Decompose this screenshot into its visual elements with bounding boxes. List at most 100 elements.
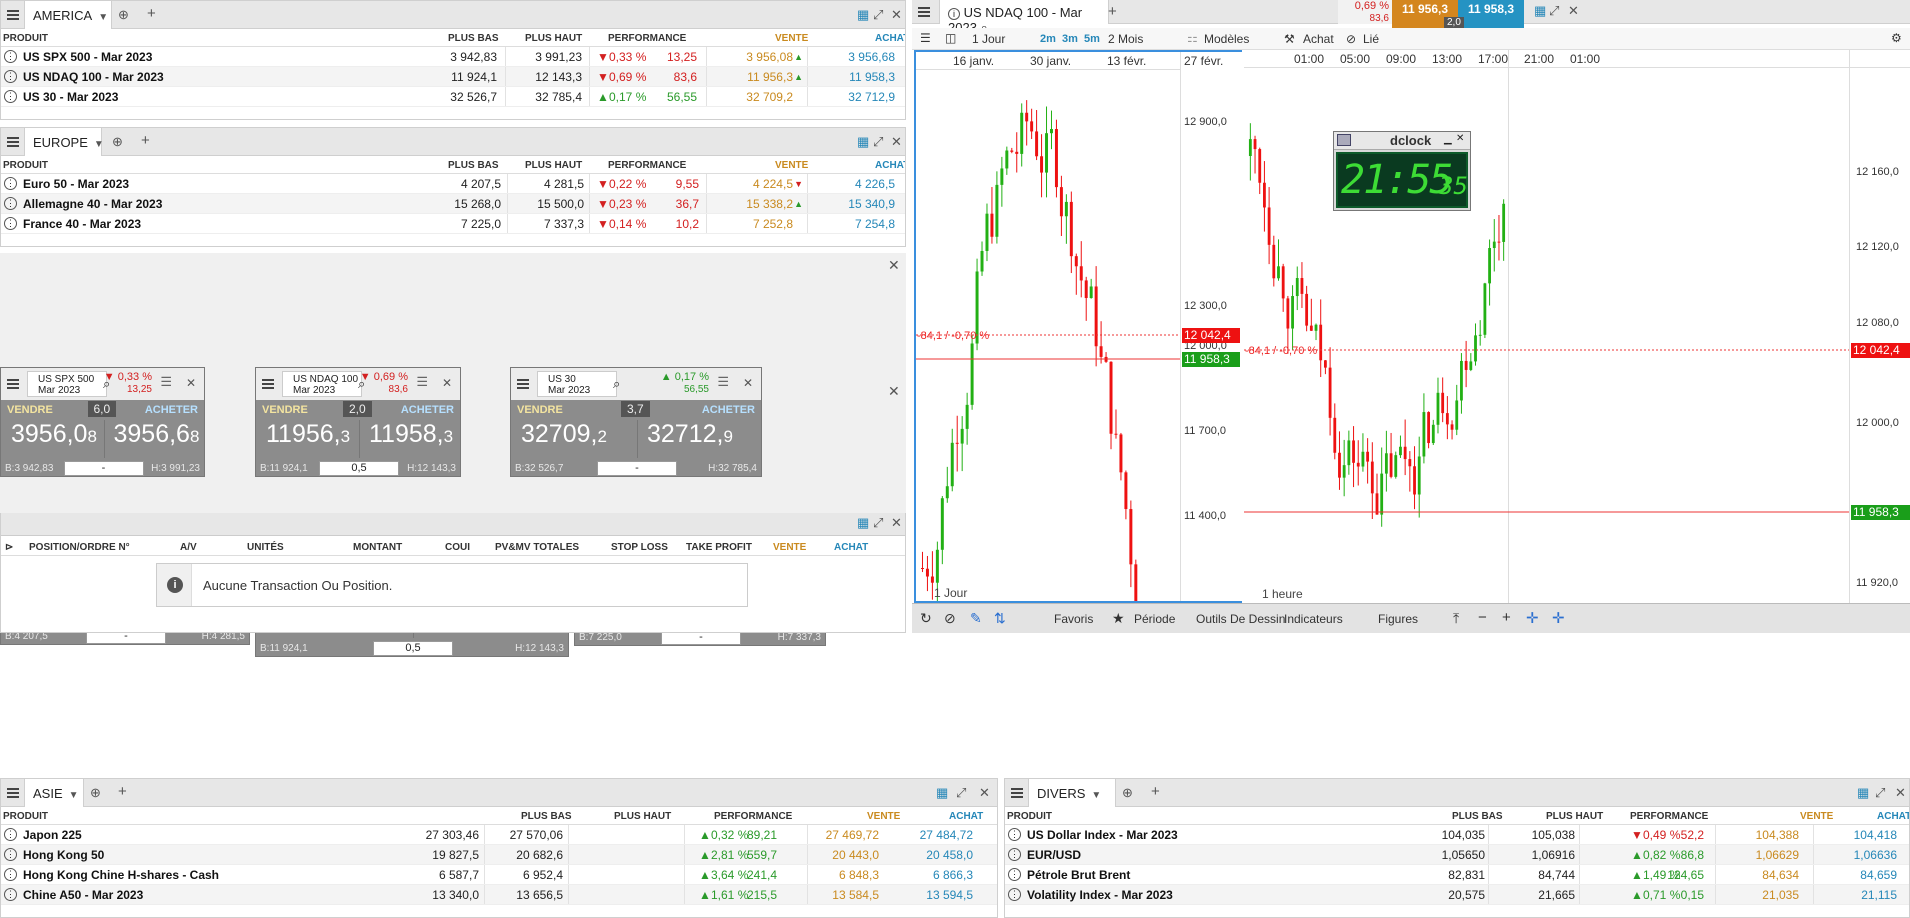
columns-icon[interactable]: ▦ bbox=[1857, 785, 1869, 801]
col-pvmv[interactable]: PV&MV TOTALES bbox=[495, 542, 579, 553]
linked-button[interactable]: Lié bbox=[1363, 32, 1379, 46]
info-icon[interactable]: ⋮ bbox=[1008, 848, 1021, 861]
product-name[interactable]: US NDAQ 100 - Mar 2023 bbox=[23, 70, 164, 84]
table-row[interactable]: ⋮ Allemagne 40 - Mar 2023 15 268,0 15 500,0… bbox=[1, 194, 905, 214]
expand-icon[interactable]: ⤢ bbox=[873, 515, 883, 531]
expand-icon[interactable]: ⤢ bbox=[873, 134, 883, 150]
zoom-out-icon[interactable]: − bbox=[1478, 609, 1487, 626]
product-name[interactable]: Hong Kong 50 bbox=[23, 848, 104, 862]
col-performance[interactable]: PERFORMANCE bbox=[608, 33, 686, 44]
col-cours[interactable]: COUI bbox=[445, 542, 470, 553]
buy-mode-button[interactable]: Achat bbox=[1303, 32, 1334, 46]
close-icon[interactable]: ✕ bbox=[888, 383, 900, 400]
col-unites[interactable]: UNITÉS bbox=[247, 542, 284, 553]
col-av[interactable]: A/V bbox=[180, 542, 197, 553]
close-icon[interactable]: ✕ bbox=[1456, 133, 1464, 144]
info-icon[interactable]: ⋮ bbox=[1008, 828, 1021, 841]
tab-chart[interactable]: i US NDAQ 100 - Mar 2023 ⌕ bbox=[939, 0, 1109, 35]
close-icon[interactable]: ✕ bbox=[891, 7, 902, 23]
buy-price[interactable]: 3 956,68 bbox=[848, 50, 895, 64]
product-name[interactable]: US SPX 500 - Mar 2023 bbox=[23, 50, 152, 64]
tab-asie[interactable]: ASIE ▼ bbox=[24, 779, 84, 807]
menu-icon[interactable] bbox=[7, 10, 19, 20]
list-icon[interactable]: ☰ bbox=[920, 31, 931, 45]
columns-icon[interactable]: ▦ bbox=[936, 785, 948, 801]
star-icon[interactable]: ★ bbox=[1112, 610, 1125, 627]
sell-price-button[interactable]: 32709,2 bbox=[521, 420, 607, 449]
product-name[interactable]: Euro 50 - Mar 2023 bbox=[23, 177, 129, 191]
quantity-select[interactable]: - bbox=[597, 461, 677, 476]
tab-america[interactable]: AMERICA ▼ bbox=[24, 1, 112, 29]
table-row[interactable]: ⋮ France 40 - Mar 2023 7 225,0 7 337,3 ▼ 0,14… bbox=[1, 214, 905, 234]
close-icon[interactable]: ✕ bbox=[743, 376, 753, 390]
zoom-in-icon[interactable]: + bbox=[1502, 609, 1511, 626]
col-achat[interactable]: ACHAT bbox=[834, 542, 868, 553]
buy-price[interactable]: 7 254,8 bbox=[855, 217, 895, 231]
close-icon[interactable]: ✕ bbox=[1895, 785, 1906, 801]
buy-price[interactable]: 84,659 bbox=[1860, 868, 1897, 882]
zoom-icon[interactable]: ⊕ bbox=[112, 134, 123, 150]
search-icon[interactable]: ⌕ bbox=[613, 376, 620, 392]
split-icon[interactable]: ◫ bbox=[945, 31, 956, 45]
tab-europe[interactable]: EUROPE ▼ bbox=[24, 128, 104, 156]
expand-icon[interactable]: ⤢ bbox=[1549, 3, 1559, 19]
info-icon[interactable]: ⋮ bbox=[1008, 868, 1021, 881]
info-icon[interactable]: ⋮ bbox=[4, 197, 17, 210]
sell-price[interactable]: 32 709,2 bbox=[746, 90, 793, 104]
col-achat[interactable]: ACHAT bbox=[875, 33, 905, 44]
close-icon[interactable]: ✕ bbox=[442, 376, 452, 390]
col-vente[interactable]: VENTE bbox=[773, 542, 806, 553]
menu-icon[interactable] bbox=[918, 7, 930, 17]
col-plus-bas[interactable]: PLUS BAS bbox=[1452, 811, 1503, 822]
menu-icon[interactable] bbox=[7, 788, 19, 798]
crosshair-icon[interactable]: ✛ bbox=[1526, 609, 1539, 627]
menu-icon[interactable] bbox=[7, 379, 19, 389]
sell-price[interactable]: 11 956,3 bbox=[747, 70, 793, 84]
fit-icon[interactable]: ✛ bbox=[1552, 609, 1565, 627]
col-plus-haut[interactable]: PLUS HAUT bbox=[525, 33, 582, 44]
close-icon[interactable]: ✕ bbox=[186, 376, 196, 390]
pencil-icon[interactable]: ✎ bbox=[970, 610, 982, 627]
zoom-icon[interactable]: ⊕ bbox=[90, 785, 101, 801]
chevron-down-icon[interactable]: ▼ bbox=[69, 790, 79, 801]
buy-price[interactable]: 4 226,5 bbox=[855, 177, 895, 191]
favorites-button[interactable]: Favoris bbox=[1054, 612, 1093, 626]
columns-icon[interactable]: ▦ bbox=[1534, 3, 1546, 19]
sell-price[interactable]: 3 956,08 bbox=[746, 50, 793, 64]
buy-price[interactable]: 1,06636 bbox=[1854, 848, 1897, 862]
buy-price[interactable]: 20 458,0 bbox=[926, 848, 973, 862]
buy-price[interactable]: 11 958,3 bbox=[849, 70, 895, 84]
sell-price[interactable]: 13 584,5 bbox=[832, 888, 879, 902]
daily-chart[interactable]: 16 janv. 30 janv. 13 févr. 27 févr. 12 900,0… bbox=[914, 50, 1242, 603]
table-row[interactable]: ⋮ US SPX 500 - Mar 2023 3 942,83 3 991,23 ▼ 0… bbox=[1, 47, 905, 67]
buy-price[interactable]: 27 484,72 bbox=[920, 828, 973, 842]
product-name[interactable]: Pétrole Brut Brent bbox=[1027, 868, 1130, 882]
product-name[interactable]: US Dollar Index - Mar 2023 bbox=[1027, 828, 1178, 842]
info-icon[interactable]: ⋮ bbox=[1008, 888, 1021, 901]
col-montant[interactable]: MONTANT bbox=[353, 542, 402, 553]
col-stop-loss[interactable]: STOP LOSS bbox=[611, 542, 668, 553]
info-icon[interactable]: ⋮ bbox=[4, 50, 17, 63]
col-plus-bas[interactable]: PLUS BAS bbox=[448, 33, 499, 44]
col-produit[interactable]: PRODUIT bbox=[1007, 811, 1052, 822]
quantity-select[interactable]: - bbox=[63, 461, 144, 476]
col-performance[interactable]: PERFORMANCE bbox=[714, 811, 792, 822]
range-select[interactable]: 2 Mois bbox=[1108, 32, 1143, 46]
tile-product-name[interactable]: US SPX 500 Mar 2023 bbox=[27, 371, 107, 397]
close-icon[interactable]: ✕ bbox=[891, 515, 902, 531]
buy-price-button[interactable]: 32712,9 bbox=[647, 420, 733, 449]
quantity-select[interactable]: 0,5 bbox=[319, 461, 399, 476]
menu-icon[interactable] bbox=[262, 379, 274, 389]
sell-price[interactable]: 104,388 bbox=[1756, 828, 1799, 842]
buy-price-button[interactable]: 11958,3 bbox=[369, 420, 453, 449]
sort-icon[interactable]: ⇅ bbox=[994, 610, 1006, 627]
col-performance[interactable]: PERFORMANCE bbox=[608, 160, 686, 171]
info-icon[interactable]: ⋮ bbox=[4, 868, 17, 881]
sell-price[interactable]: 1,06629 bbox=[1756, 848, 1799, 862]
chevron-down-icon[interactable]: ▼ bbox=[94, 139, 104, 150]
table-row[interactable]: ⋮ Chine A50 - Mar 2023 13 340,0 13 656,5 ▲ 1,… bbox=[1, 885, 997, 905]
col-plus-haut[interactable]: PLUS HAUT bbox=[614, 811, 671, 822]
tab-divers[interactable]: DIVERS ▼ bbox=[1028, 779, 1116, 807]
buy-price[interactable]: 104,418 bbox=[1854, 828, 1897, 842]
product-name[interactable]: Hong Kong Chine H-shares - Cash bbox=[23, 868, 219, 882]
